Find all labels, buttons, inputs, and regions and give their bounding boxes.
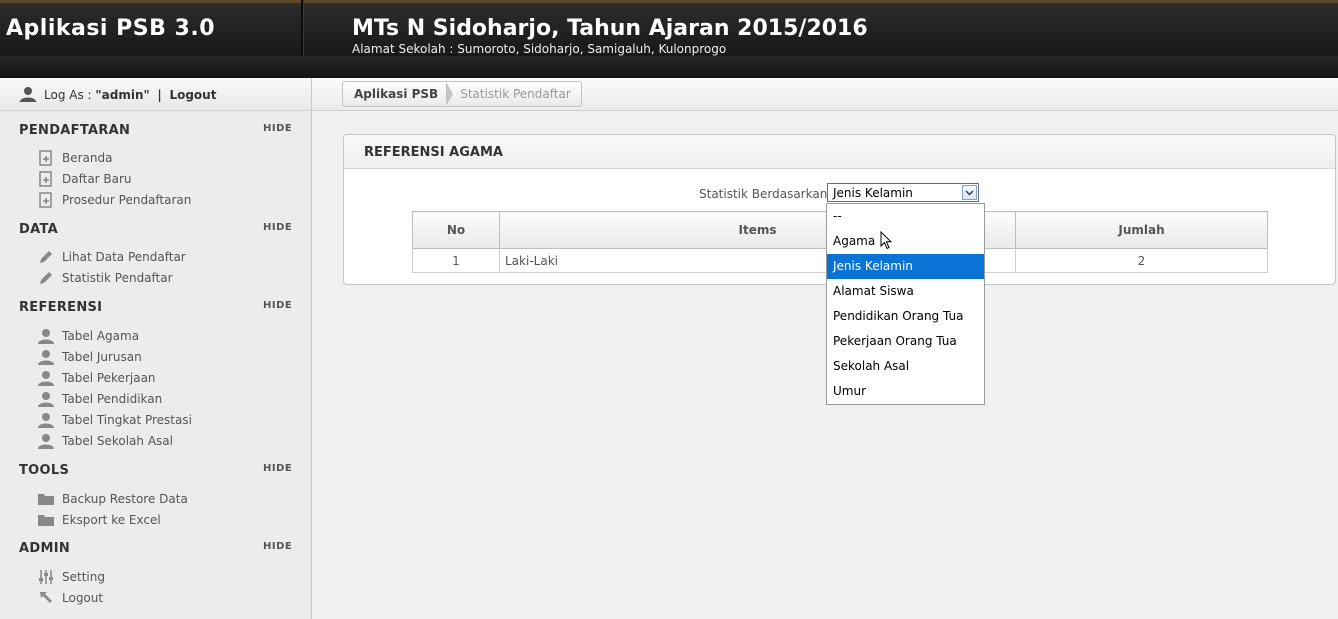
user-icon — [38, 371, 54, 386]
breadcrumb-item-current: Statistik Pendaftar — [460, 87, 571, 101]
sliders-icon — [39, 570, 53, 584]
breadcrumb-bar: Aplikasi PSB Statistik Pendaftar — [312, 78, 1338, 111]
sidebar-item-label: Eksport ke Excel — [62, 513, 161, 527]
sidebar-item-label: Logout — [62, 591, 104, 605]
sidebar-item-label: Tabel Jurusan — [62, 350, 142, 364]
login-info: Log As : "admin" | Logout — [44, 88, 216, 102]
sidebar-item-label: Tabel Tingkat Prestasi — [62, 413, 192, 427]
sidebar-item-label: Daftar Baru — [62, 172, 132, 186]
column-header-jumlah: Jumlah — [1015, 211, 1268, 249]
sidebar: Log As : "admin" | Logout PENDAFTARAN HI… — [0, 78, 312, 619]
sidebar-item-logout[interactable]: Logout — [38, 590, 103, 606]
user-icon — [38, 392, 54, 407]
user-icon — [20, 87, 36, 102]
hide-toggle-admin[interactable]: HIDE — [263, 541, 292, 552]
mouse-cursor-icon — [880, 231, 892, 250]
user-icon — [38, 434, 54, 449]
sidebar-item-tabel-pekerjaan[interactable]: Tabel Pekerjaan — [38, 370, 156, 386]
login-bar: Log As : "admin" | Logout — [0, 78, 311, 111]
sidebar-item-label: Tabel Sekolah Asal — [62, 434, 173, 448]
arrow-back-icon — [40, 592, 52, 603]
school-title: MTs N Sidoharjo, Tahun Ajaran 2015/2016 — [352, 16, 868, 41]
sidebar-item-tabel-jurusan[interactable]: Tabel Jurusan — [38, 349, 142, 365]
statistic-type-options: -- Agama Jenis Kelamin Alamat Siswa Pend… — [826, 203, 985, 405]
filter-label: Statistik Berdasarkan — [699, 187, 828, 201]
cell-jumlah: 2 — [1015, 248, 1268, 273]
sidebar-item-setting[interactable]: Setting — [38, 569, 105, 585]
sidebar-item-tabel-agama[interactable]: Tabel Agama — [38, 328, 139, 344]
breadcrumb: Aplikasi PSB Statistik Pendaftar — [342, 81, 582, 107]
statistic-type-select[interactable]: Jenis Kelamin — [827, 183, 979, 202]
panel-title: REFERENSI AGAMA — [364, 145, 503, 160]
panel-header: REFERENSI AGAMA — [344, 135, 1335, 169]
dropdown-arrow[interactable] — [962, 185, 977, 200]
folder-icon — [38, 515, 54, 526]
sidebar-item-beranda[interactable]: Beranda — [38, 150, 112, 166]
hide-toggle-pendaftaran[interactable]: HIDE — [263, 123, 292, 134]
page-add-icon — [39, 150, 52, 166]
app-title: Aplikasi PSB 3.0 — [6, 16, 215, 41]
option-sekolah-asal[interactable]: Sekolah Asal — [827, 354, 984, 379]
login-prefix: Log As : — [44, 88, 92, 102]
section-title-admin: ADMIN — [19, 541, 71, 556]
folder-icon — [38, 494, 54, 505]
breadcrumb-item-home[interactable]: Aplikasi PSB — [343, 87, 446, 101]
sidebar-item-label: Tabel Agama — [62, 329, 140, 343]
user-icon — [38, 329, 54, 344]
page-add-icon — [39, 192, 52, 208]
pencil-icon — [40, 251, 52, 263]
option-umur[interactable]: Umur — [827, 379, 984, 404]
sidebar-item-tabel-tingkat-prestasi[interactable]: Tabel Tingkat Prestasi — [38, 412, 192, 428]
option-agama[interactable]: Agama — [827, 229, 984, 254]
sidebar-item-eksport-excel[interactable]: Eksport ke Excel — [38, 512, 161, 528]
sidebar-item-label: Lihat Data Pendaftar — [62, 250, 186, 264]
option-jenis-kelamin[interactable]: Jenis Kelamin — [827, 254, 984, 279]
cell-no: 1 — [412, 248, 500, 273]
page-add-icon — [39, 171, 52, 187]
user-icon — [38, 350, 54, 365]
breadcrumb-separator — [446, 82, 454, 106]
sidebar-item-tabel-pendidikan[interactable]: Tabel Pendidikan — [38, 391, 162, 407]
hide-toggle-tools[interactable]: HIDE — [263, 463, 292, 474]
sidebar-item-lihat-data-pendaftar[interactable]: Lihat Data Pendaftar — [38, 249, 186, 265]
sidebar-item-label: Setting — [62, 570, 105, 584]
column-header-no: No — [412, 211, 500, 249]
sidebar-item-daftar-baru[interactable]: Daftar Baru — [38, 171, 132, 187]
sidebar-item-backup-restore[interactable]: Backup Restore Data — [38, 491, 188, 507]
section-title-data: DATA — [19, 222, 58, 237]
school-address: Alamat Sekolah : Sumoroto, Sidoharjo, Sa… — [352, 42, 727, 56]
sidebar-item-tabel-sekolah-asal[interactable]: Tabel Sekolah Asal — [38, 433, 173, 449]
section-title-referensi: REFERENSI — [19, 300, 103, 315]
sidebar-item-label: Statistik Pendaftar — [62, 271, 173, 285]
header-divider — [301, 0, 303, 56]
section-title-pendaftaran: PENDAFTARAN — [19, 123, 131, 138]
chevron-down-icon — [965, 190, 974, 196]
hide-toggle-data[interactable]: HIDE — [263, 222, 292, 233]
option-alamat-siswa[interactable]: Alamat Siswa — [827, 279, 984, 304]
header-strip — [0, 56, 1338, 78]
option-pendidikan-orang-tua[interactable]: Pendidikan Orang Tua — [827, 304, 984, 329]
section-title-tools: TOOLS — [19, 463, 70, 478]
sidebar-item-label: Backup Restore Data — [62, 492, 188, 506]
option-none[interactable]: -- — [827, 204, 984, 229]
option-pekerjaan-orang-tua[interactable]: Pekerjaan Orang Tua — [827, 329, 984, 354]
sidebar-item-prosedur-pendaftaran[interactable]: Prosedur Pendaftaran — [38, 192, 191, 208]
login-username: "admin" — [95, 88, 150, 102]
user-icon — [38, 413, 54, 428]
hide-toggle-referensi[interactable]: HIDE — [263, 300, 292, 311]
sidebar-item-statistik-pendaftar[interactable]: Statistik Pendaftar — [38, 270, 173, 286]
sidebar-item-label: Tabel Pekerjaan — [62, 371, 156, 385]
logout-link[interactable]: Logout — [169, 88, 216, 102]
main-content: REFERENSI AGAMA Statistik Berdasarkan Je… — [312, 111, 1338, 619]
sidebar-item-label: Tabel Pendidikan — [62, 392, 163, 406]
select-value: Jenis Kelamin — [833, 186, 913, 200]
sidebar-item-label: Prosedur Pendaftaran — [62, 193, 192, 207]
login-separator: | — [157, 88, 162, 102]
pencil-icon — [40, 272, 52, 284]
app-header: Aplikasi PSB 3.0 MTs N Sidoharjo, Tahun … — [0, 0, 1338, 78]
sidebar-item-label: Beranda — [62, 151, 113, 165]
